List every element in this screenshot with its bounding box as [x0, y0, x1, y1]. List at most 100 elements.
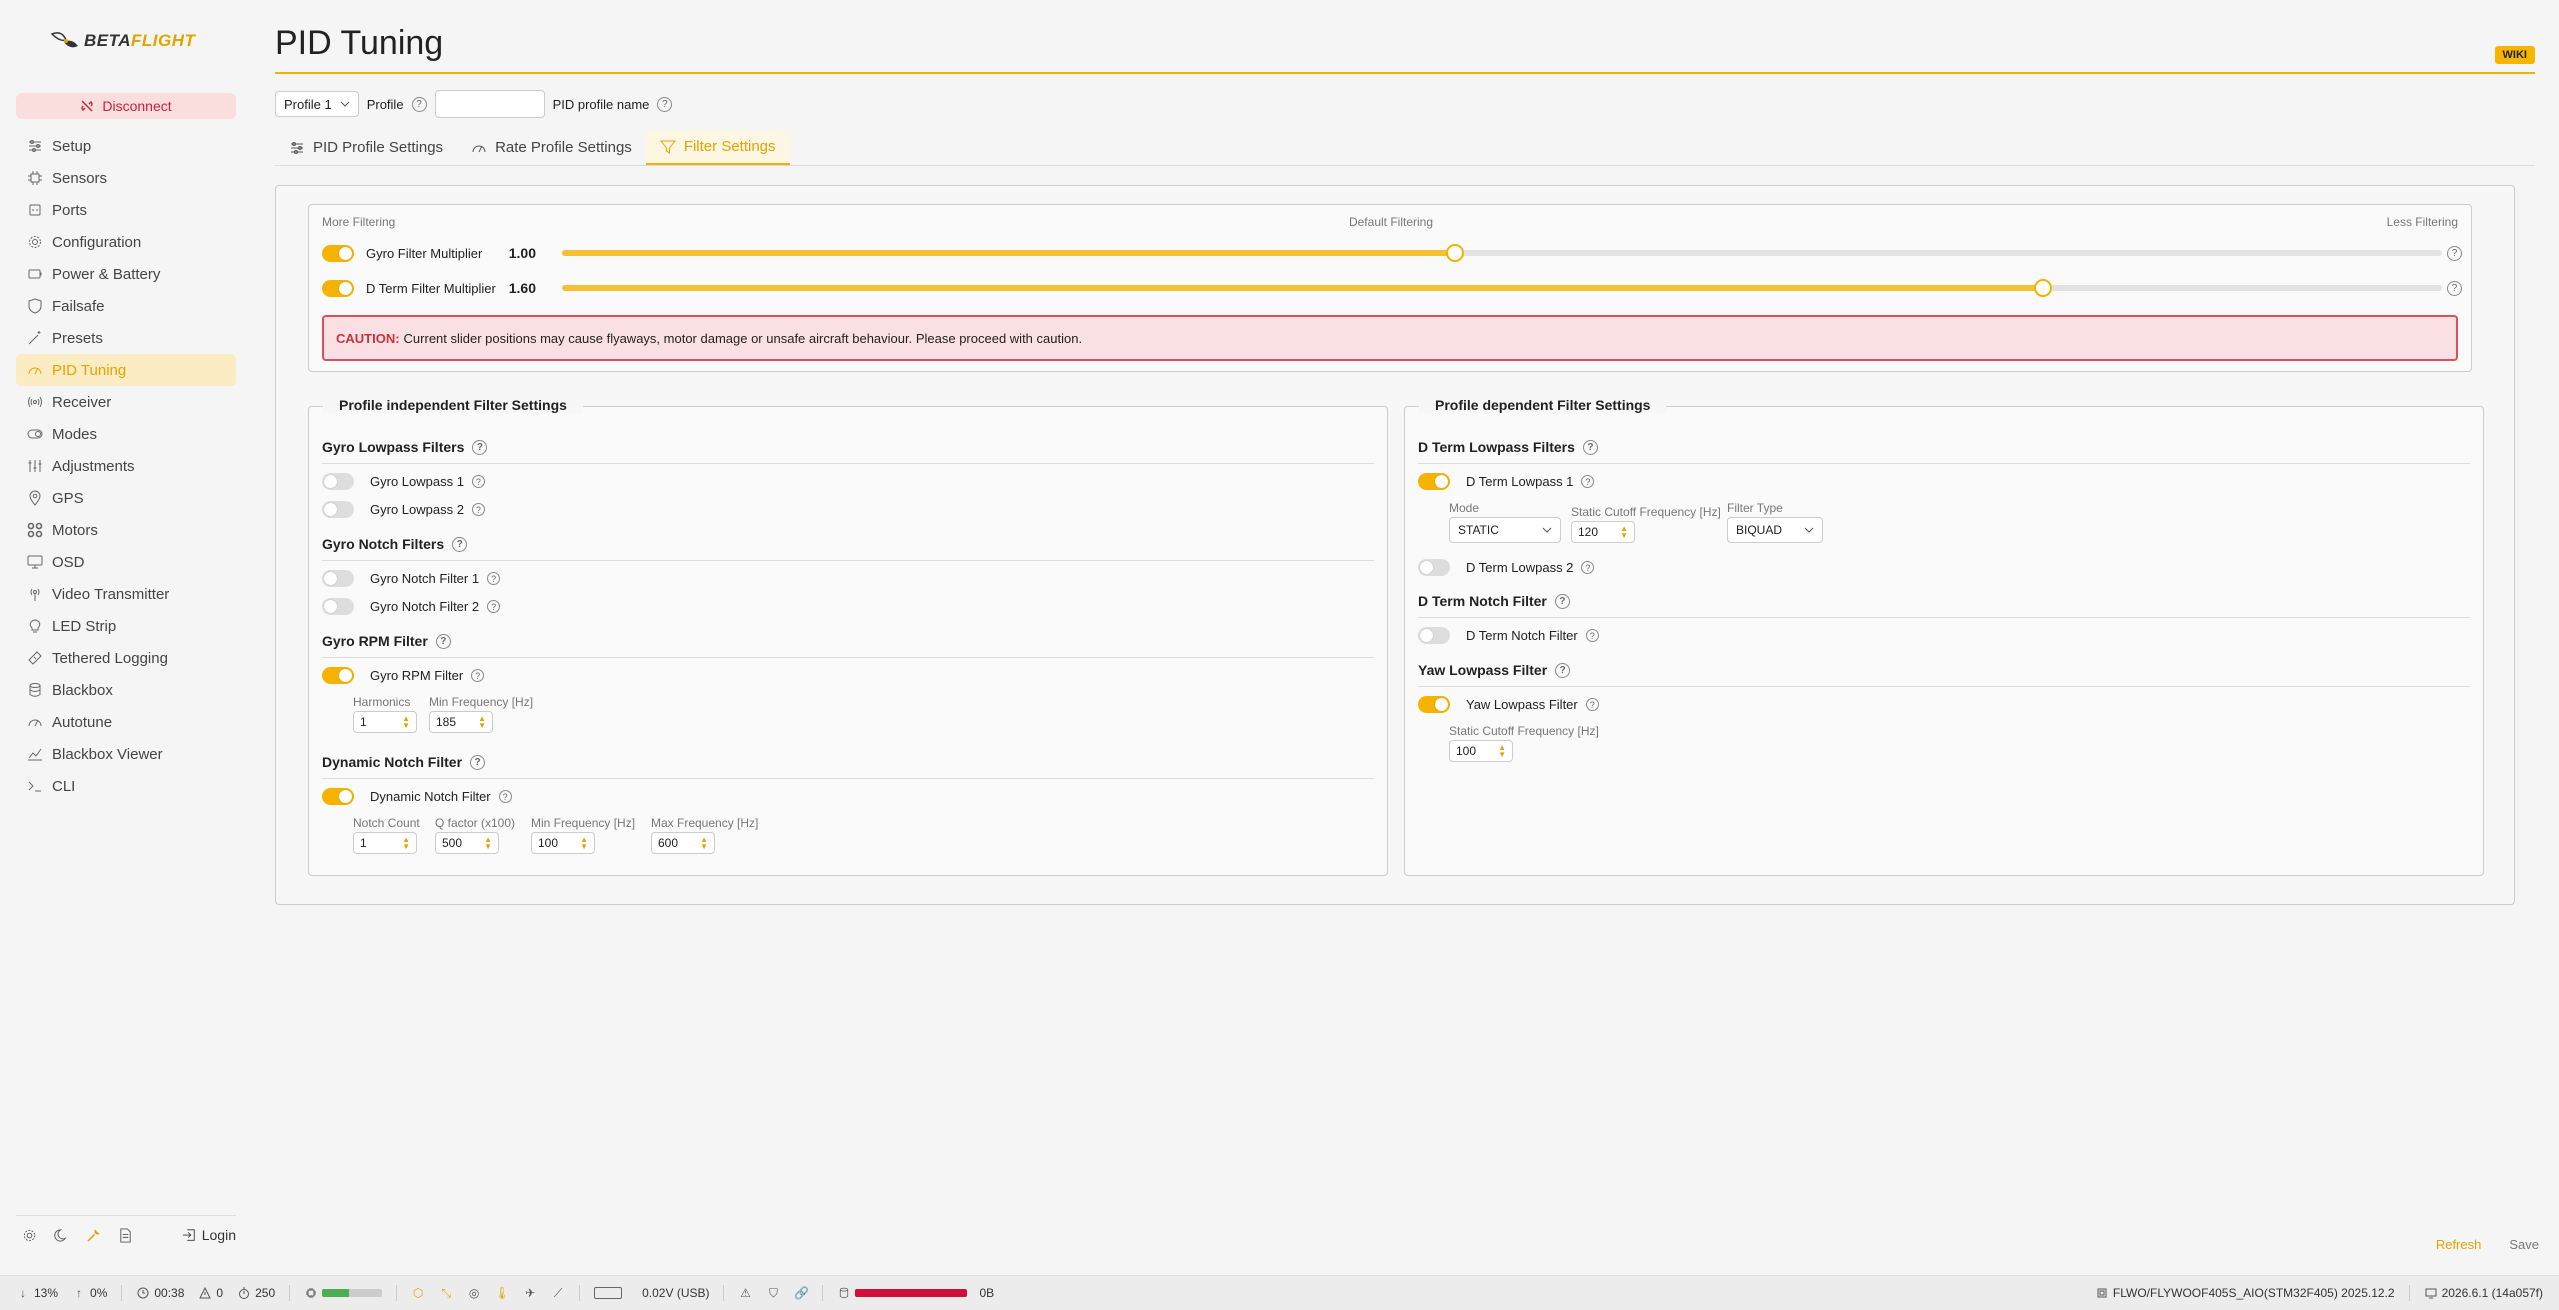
spinner-arrows-icon[interactable]: ▲ ▼: [478, 715, 486, 730]
login-button[interactable]: Login: [182, 1227, 236, 1243]
sidebar-item-modes[interactable]: Modes: [16, 418, 236, 450]
sidebar-item-receiver[interactable]: Receiver: [16, 386, 236, 418]
notch-count-input[interactable]: 1 ▲ ▼: [353, 832, 417, 854]
sidebar-item-osd[interactable]: OSD: [16, 546, 236, 578]
help-icon[interactable]: ?: [1585, 698, 1599, 711]
help-icon[interactable]: ?: [452, 536, 468, 552]
spinner-arrows-icon[interactable]: ▲ ▼: [700, 836, 708, 851]
gauge-icon: [26, 713, 44, 731]
dterm-lowpass-1-toggle[interactable]: [1418, 473, 1450, 490]
toggle-icon: [26, 425, 44, 443]
gyro-lowpass-1-toggle[interactable]: [322, 473, 354, 490]
sidebar-item-failsafe[interactable]: Failsafe: [16, 290, 236, 322]
dterm-cutoff-input[interactable]: 120 ▲ ▼: [1571, 521, 1635, 543]
sidebar-item-configuration[interactable]: Configuration: [16, 226, 236, 258]
spinner-arrows-icon[interactable]: ▲ ▼: [484, 836, 492, 851]
spinner-arrows-icon[interactable]: ▲ ▼: [402, 715, 410, 730]
slider-thumb[interactable]: [2034, 279, 2053, 297]
sidebar-item-cli[interactable]: CLI: [16, 770, 236, 802]
help-icon[interactable]: ?: [472, 439, 488, 455]
sidebar-item-power-battery[interactable]: Power & Battery: [16, 258, 236, 290]
sidebar-item-ports[interactable]: Ports: [16, 194, 236, 226]
help-icon[interactable]: ?: [471, 669, 485, 682]
dyn-min-frequency-input[interactable]: 100 ▲ ▼: [531, 832, 595, 854]
sidebar-item-adjustments[interactable]: Adjustments: [16, 450, 236, 482]
sidebar-item-blackbox-viewer[interactable]: Blackbox Viewer: [16, 738, 236, 770]
dyn-max-frequency-input[interactable]: 600 ▲ ▼: [651, 832, 715, 854]
q-factor-input[interactable]: 500 ▲ ▼: [435, 832, 499, 854]
gyro-notch-2-toggle[interactable]: [322, 598, 354, 615]
help-icon[interactable]: ?: [1554, 593, 1570, 609]
dynamic-notch-toggle[interactable]: [322, 788, 354, 805]
sidebar-item-gps[interactable]: GPS: [16, 482, 236, 514]
spinner-arrows-icon[interactable]: ▲ ▼: [1620, 525, 1628, 540]
spinner-arrows-icon[interactable]: ▲ ▼: [580, 836, 588, 851]
sidebar-item-sensors[interactable]: Sensors: [16, 162, 236, 194]
sidebar-item-blackbox[interactable]: Blackbox: [16, 674, 236, 706]
sidebar-item-autotune[interactable]: Autotune: [16, 706, 236, 738]
help-icon[interactable]: ?: [1582, 439, 1598, 455]
save-button[interactable]: Save: [2509, 1237, 2539, 1252]
gyro-rpm-toggle[interactable]: [322, 667, 354, 684]
gyro-notch-1-toggle[interactable]: [322, 570, 354, 587]
help-icon[interactable]: ?: [657, 96, 673, 112]
help-icon[interactable]: ?: [411, 96, 427, 112]
help-icon[interactable]: ?: [1555, 662, 1571, 678]
help-icon[interactable]: ?: [471, 503, 485, 516]
adjust-icon: [26, 457, 44, 475]
gyro-filter-multiplier-slider[interactable]: [562, 244, 2442, 262]
dterm-filter-multiplier-slider[interactable]: [562, 279, 2442, 297]
gyro-filter-multiplier-toggle[interactable]: [322, 244, 354, 262]
help-icon[interactable]: ?: [435, 633, 451, 649]
wiki-button[interactable]: WIKI: [2494, 46, 2535, 64]
moon-icon[interactable]: [52, 1226, 70, 1244]
help-icon[interactable]: ?: [498, 790, 512, 803]
help-icon[interactable]: ?: [1581, 561, 1595, 574]
yaw-cutoff-input[interactable]: 100 ▲ ▼: [1449, 740, 1513, 762]
sidebar-item-led-strip[interactable]: LED Strip: [16, 610, 236, 642]
dterm-lowpass-2-toggle[interactable]: [1418, 559, 1450, 576]
disconnect-button[interactable]: Disconnect: [16, 93, 236, 119]
sidebar-item-setup[interactable]: Setup: [16, 130, 236, 162]
gyro-lowpass-2-toggle[interactable]: [322, 501, 354, 518]
tab-label: PID Profile Settings: [313, 139, 444, 156]
mode-select[interactable]: STATIC: [1449, 517, 1561, 543]
tab-bar: PID Profile Settings Rate Profile Settin…: [275, 130, 2535, 166]
harmonics-input[interactable]: 1 ▲ ▼: [353, 711, 417, 733]
sidebar-item-tethered-logging[interactable]: Tethered Logging: [16, 642, 236, 674]
sidebar-item-motors[interactable]: Motors: [16, 514, 236, 546]
help-icon[interactable]: ?: [1585, 629, 1599, 642]
help-icon[interactable]: ?: [487, 600, 501, 613]
help-icon[interactable]: ?: [487, 572, 501, 585]
help-icon[interactable]: ?: [2447, 280, 2462, 296]
barometer-icon: 🌡: [494, 1286, 510, 1300]
rpm-min-frequency-input[interactable]: 185 ▲ ▼: [429, 711, 493, 733]
warning-count: 0: [198, 1286, 223, 1300]
monitor-icon: [26, 553, 44, 571]
spinner-arrows-icon[interactable]: ▲ ▼: [402, 836, 410, 851]
dterm-lowpass-title: D Term Lowpass Filters?: [1418, 439, 1598, 455]
help-icon[interactable]: ?: [1581, 475, 1595, 488]
sidebar-item-pid-tuning[interactable]: PID Tuning: [16, 354, 236, 386]
spinner-arrows-icon[interactable]: ▲ ▼: [1498, 744, 1506, 759]
settings-gear-icon[interactable]: [20, 1226, 38, 1244]
accelerometer-icon: ⤡: [441, 1285, 451, 1300]
document-icon[interactable]: [116, 1226, 134, 1244]
profile-select[interactable]: Profile 1: [275, 91, 359, 117]
help-icon[interactable]: ?: [471, 475, 485, 488]
dterm-notch-toggle[interactable]: [1418, 627, 1450, 644]
sidebar-item-presets[interactable]: Presets: [16, 322, 236, 354]
tab-pid-profile-settings[interactable]: PID Profile Settings: [275, 130, 457, 165]
help-icon[interactable]: ?: [470, 754, 486, 770]
slider-thumb[interactable]: [1446, 244, 1464, 262]
tab-rate-profile-settings[interactable]: Rate Profile Settings: [457, 130, 646, 165]
refresh-button[interactable]: Refresh: [2436, 1237, 2482, 1252]
tab-filter-settings[interactable]: Filter Settings: [645, 130, 790, 165]
filter-type-select[interactable]: BIQUAD: [1727, 517, 1823, 543]
wrench-icon[interactable]: [84, 1226, 102, 1244]
sidebar-item-video-transmitter[interactable]: Video Transmitter: [16, 578, 236, 610]
pid-profile-name-input[interactable]: [434, 90, 545, 118]
yaw-lowpass-toggle[interactable]: [1418, 696, 1450, 713]
help-icon[interactable]: ?: [2447, 245, 2462, 261]
dterm-filter-multiplier-toggle[interactable]: [322, 279, 354, 297]
